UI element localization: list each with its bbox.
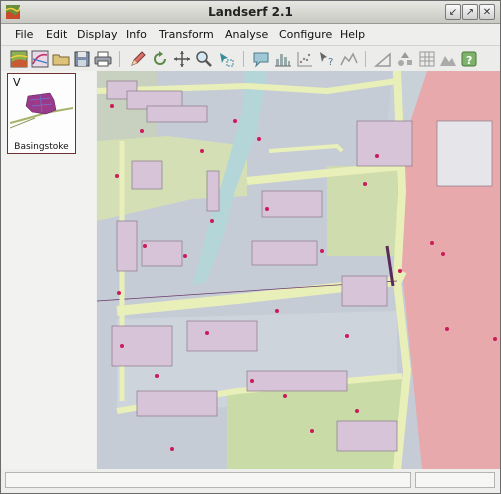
point-marker: [310, 429, 314, 433]
annotation-icon[interactable]: [251, 49, 271, 69]
point-marker: [265, 207, 269, 211]
building: [246, 370, 348, 392]
menu-analyse[interactable]: Analyse: [225, 28, 268, 41]
landserf-window: Landserf 2.1 ↙ ↗ ✕ File Edit Display Inf…: [0, 0, 501, 494]
point-marker: [375, 154, 379, 158]
building: [261, 190, 323, 218]
status-coordinates: [415, 472, 495, 488]
pencil-edit-icon[interactable]: [128, 49, 148, 69]
point-marker: [155, 374, 159, 378]
pan-icon[interactable]: [172, 49, 192, 69]
status-message: [5, 472, 411, 488]
point-marker: [275, 309, 279, 313]
point-marker: [205, 331, 209, 335]
toolbar-separator: [365, 51, 366, 67]
minimize-button[interactable]: ↙: [445, 4, 461, 20]
toolbar-separator: [119, 51, 120, 67]
point-marker: [170, 447, 174, 451]
building: [251, 240, 318, 266]
point-marker: [493, 337, 497, 341]
point-marker: [183, 254, 187, 258]
point-marker: [233, 119, 237, 123]
svg-text:?: ?: [328, 57, 333, 68]
scatterplot-icon[interactable]: [295, 49, 315, 69]
building: [116, 220, 138, 272]
building: [146, 105, 208, 123]
point-marker: [345, 334, 349, 338]
point-marker: [115, 174, 119, 178]
point-marker: [283, 394, 287, 398]
point-marker: [441, 252, 445, 256]
point-marker: [250, 379, 254, 383]
rotate-icon[interactable]: [150, 49, 170, 69]
feature-extraction-icon[interactable]: [395, 49, 415, 69]
building: [136, 390, 218, 417]
open-folder-icon[interactable]: [51, 49, 71, 69]
slope-icon[interactable]: [373, 49, 393, 69]
menu-file[interactable]: File: [15, 28, 33, 41]
menu-display[interactable]: Display: [77, 28, 118, 41]
point-marker: [210, 219, 214, 223]
garden-block-east: [327, 166, 397, 256]
point-marker: [445, 327, 449, 331]
map-view[interactable]: [97, 71, 501, 469]
help-icon[interactable]: ?: [459, 49, 479, 69]
zoom-icon[interactable]: [194, 49, 214, 69]
histogram-icon[interactable]: [273, 49, 293, 69]
layer-thumbnail[interactable]: V Basingstoke: [7, 73, 76, 154]
terrain-icon[interactable]: [438, 49, 458, 69]
thumbnail-panel: V Basingstoke: [1, 71, 96, 469]
toolbar: ? ?: [1, 45, 500, 72]
save-icon[interactable]: [72, 49, 92, 69]
query-icon[interactable]: ?: [317, 49, 337, 69]
point-marker: [200, 149, 204, 153]
point-marker: [110, 104, 114, 108]
maximize-button[interactable]: ↗: [462, 4, 478, 20]
print-icon[interactable]: [93, 49, 113, 69]
point-marker: [398, 269, 402, 273]
svg-text:?: ?: [466, 54, 472, 67]
menu-transform[interactable]: Transform: [159, 28, 214, 41]
toolbar-separator: [243, 51, 244, 67]
select-features-icon[interactable]: [216, 49, 236, 69]
point-marker: [320, 249, 324, 253]
building: [131, 160, 163, 190]
building: [206, 170, 220, 212]
point-marker: [430, 241, 434, 245]
menu-configure[interactable]: Configure: [279, 28, 332, 41]
profile-icon[interactable]: [339, 49, 359, 69]
menu-help[interactable]: Help: [340, 28, 365, 41]
point-marker: [120, 344, 124, 348]
raster-layer-icon[interactable]: [9, 49, 29, 69]
street-map[interactable]: [97, 71, 501, 469]
building: [356, 120, 413, 167]
vector-layer-icon[interactable]: [30, 49, 50, 69]
menu-bar: File Edit Display Info Transform Analyse…: [1, 24, 500, 44]
point-marker: [363, 182, 367, 186]
point-marker: [257, 137, 261, 141]
menu-info[interactable]: Info: [126, 28, 147, 41]
close-button[interactable]: ✕: [479, 4, 495, 20]
status-bar: [1, 469, 500, 493]
thumbnail-label: Basingstoke: [14, 142, 69, 152]
menu-edit[interactable]: Edit: [46, 28, 67, 41]
window-title: Landserf 2.1: [208, 5, 293, 19]
building: [436, 120, 493, 187]
building: [186, 320, 258, 352]
point-marker: [140, 129, 144, 133]
building: [141, 240, 183, 267]
grid-icon[interactable]: [417, 49, 437, 69]
point-marker: [355, 409, 359, 413]
point-marker: [117, 291, 121, 295]
thumbnail-map-preview: [10, 92, 73, 129]
building: [336, 420, 398, 452]
building: [341, 275, 388, 307]
title-bar: Landserf 2.1 ↙ ↗ ✕: [1, 1, 500, 24]
point-marker: [143, 244, 147, 248]
